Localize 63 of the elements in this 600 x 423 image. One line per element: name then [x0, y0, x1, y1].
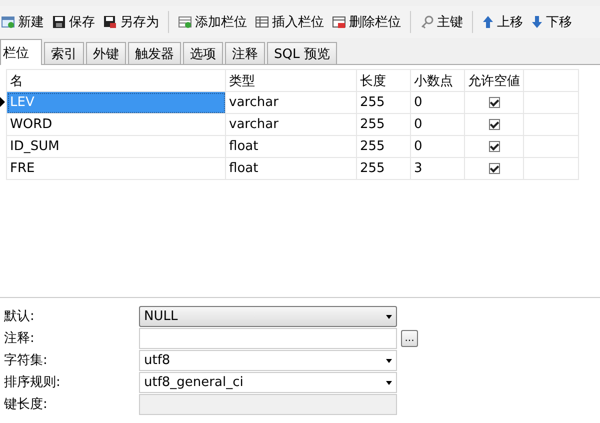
checkbox[interactable] [488, 118, 500, 130]
save-icon [52, 15, 66, 29]
table-cell[interactable]: 255 [356, 158, 410, 180]
tab[interactable]: 触发器 [128, 42, 181, 64]
checkbox[interactable] [488, 96, 500, 108]
input-field[interactable] [139, 394, 397, 415]
add-column-icon [178, 15, 192, 29]
column-header: 长度 [356, 70, 410, 92]
column-header: 小数点 [410, 70, 464, 92]
table-cell[interactable]: 255 [356, 114, 410, 136]
table-icon [255, 15, 269, 29]
input-field[interactable] [139, 328, 397, 349]
table-cell[interactable]: 0 [410, 92, 464, 114]
table-cell[interactable]: varchar [226, 92, 356, 114]
table-cell[interactable]: WORD [6, 114, 226, 136]
toolbar-button[interactable]: 上移 [481, 11, 524, 33]
key-icon [420, 15, 434, 29]
browse-button[interactable]: ... [401, 330, 418, 348]
toolbar-button[interactable]: 下移 [530, 11, 573, 33]
caret-icon [386, 358, 392, 362]
dropdown[interactable]: utf8 [139, 350, 397, 371]
table-cell[interactable]: 3 [410, 158, 464, 180]
save-as-icon [103, 15, 117, 29]
field-label: 键长度: [4, 396, 48, 414]
toolbar-button[interactable]: 添加栏位 [177, 11, 248, 33]
tab[interactable]: 注释 [225, 42, 265, 64]
field-label: 字符集: [4, 352, 48, 370]
toolbar-button[interactable]: 另存为 [102, 11, 160, 33]
dropdown[interactable]: utf8_general_ci [139, 372, 397, 393]
tab[interactable]: 栏位 [0, 39, 42, 65]
tab[interactable]: 外键 [86, 42, 126, 64]
column-header: 允许空値 [464, 70, 524, 92]
table-cell[interactable]: 255 [356, 136, 410, 158]
field-label: 排序规则: [4, 374, 62, 392]
tab[interactable]: 选项 [183, 42, 223, 64]
table-cell[interactable]: 0 [410, 136, 464, 158]
up-arrow-icon [482, 15, 494, 29]
toolbar-button[interactable]: 插入栏位 [254, 11, 325, 33]
toolbar-button[interactable]: 保存 [51, 11, 96, 33]
delete-column-icon [332, 15, 346, 29]
table-cell[interactable]: varchar [226, 114, 356, 136]
field-label: 注释: [4, 330, 36, 348]
caret-icon [386, 380, 392, 384]
table-cell[interactable]: float [226, 136, 356, 158]
table-cell[interactable]: 0 [410, 114, 464, 136]
field-label: 默认: [4, 308, 36, 326]
column-header: 类型 [226, 70, 356, 92]
column-header: 名 [6, 70, 226, 92]
tab[interactable]: 索引 [44, 42, 84, 64]
table-cell[interactable]: float [226, 158, 356, 180]
tab[interactable]: SQL 预览 [267, 42, 337, 64]
table-cell[interactable]: 255 [356, 92, 410, 114]
toolbar-button[interactable]: 主键 [419, 11, 464, 33]
table-cell[interactable]: FRE [6, 158, 226, 180]
new-icon [1, 15, 15, 29]
checkbox[interactable] [488, 162, 500, 174]
down-arrow-icon [531, 15, 543, 29]
dropdown[interactable]: NULL [139, 306, 397, 327]
table-cell[interactable]: ID_SUM [6, 136, 226, 158]
toolbar-button[interactable]: 删除栏位 [331, 11, 402, 33]
toolbar-button[interactable]: 新建 [0, 11, 45, 33]
caret-icon [386, 314, 392, 318]
checkbox[interactable] [488, 140, 500, 152]
